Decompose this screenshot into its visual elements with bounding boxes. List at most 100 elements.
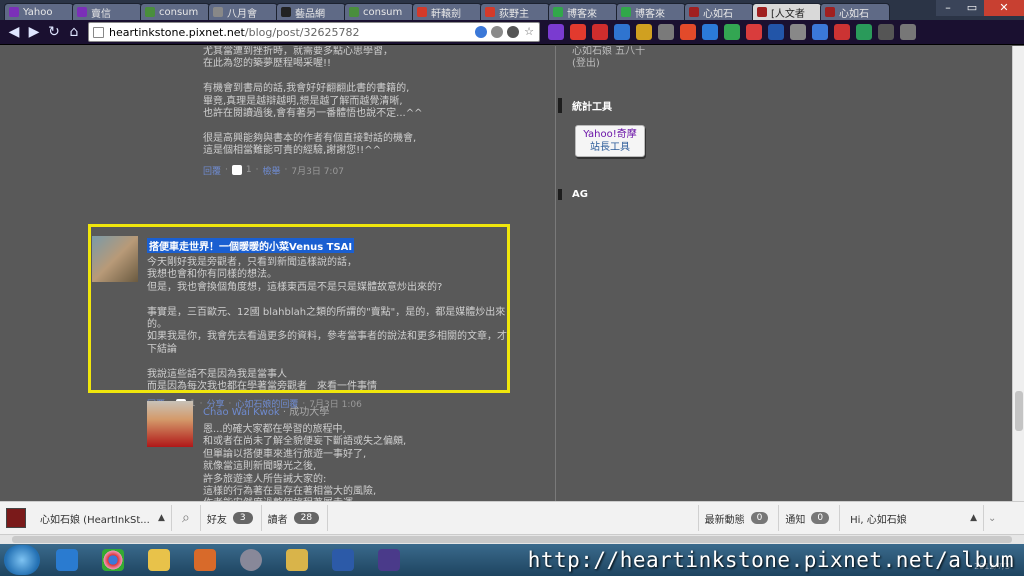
notify-count[interactable]: 0 — [811, 512, 830, 524]
browser-tab[interactable]: 心如石 — [820, 3, 890, 20]
comment-2: 搭便車走世界！一個暖暖的小菜Venus TSAI 今天剛好我是旁觀者，只看到新聞… — [147, 238, 507, 410]
start-button[interactable] — [4, 545, 40, 575]
extension-icon[interactable] — [900, 24, 916, 40]
extension-icon[interactable] — [680, 24, 696, 40]
ag-title: AG — [558, 189, 708, 200]
browser-tab[interactable]: consum — [140, 3, 210, 20]
taskbar-explorer-icon[interactable] — [276, 546, 318, 574]
browser-tab[interactable]: 荻野主 — [480, 3, 550, 20]
comment-2-author[interactable]: 搭便車走世界！一個暖暖的小菜Venus TSAI — [147, 238, 355, 253]
url-text[interactable]: heartinkstone.pixnet.net/blog/post/32625… — [109, 26, 471, 39]
browser-tab[interactable]: consum — [344, 3, 414, 20]
browser-tab[interactable]: [人文者 — [752, 3, 822, 20]
reply-link[interactable]: 回覆 — [203, 164, 221, 177]
vertical-scrollbar[interactable] — [1012, 46, 1024, 501]
browser-tab[interactable]: 軒轅劍 — [412, 3, 482, 20]
extension-icon[interactable] — [614, 24, 630, 40]
extension-icon[interactable] — [856, 24, 872, 40]
extension-icon[interactable] — [592, 24, 608, 40]
page-action-icon[interactable] — [507, 26, 519, 38]
browser-tab[interactable]: 賣信 — [72, 3, 142, 20]
tab-label: 博客來 — [567, 8, 597, 20]
extension-icon[interactable] — [548, 24, 564, 40]
extension-icon[interactable] — [746, 24, 762, 40]
report-link[interactable]: 檢舉 — [263, 164, 281, 177]
tab-favicon-icon — [213, 7, 223, 17]
comment-3-body: 恩...的確大家都在學習的旅程中, 和或者在尚未了解全貌便妄下斷語或失之偏頗, … — [203, 424, 407, 501]
comment-3-author[interactable]: Chao Wai Kwok — [203, 407, 280, 418]
taskbar-clock-icon[interactable] — [230, 546, 272, 574]
taskbar-chrome-icon[interactable] — [92, 546, 134, 574]
friends-label[interactable]: 好友 — [207, 511, 227, 526]
extension-icon[interactable] — [702, 24, 718, 40]
pixnet-bottom-bar: 心如石娘 (HeartInkSt... ▲ ⌕ 好友 3 讀者 28 最新動態 … — [0, 501, 1024, 534]
tab-favicon-icon — [485, 7, 495, 17]
search-icon[interactable]: ⌕ — [172, 505, 200, 531]
browser-tab[interactable]: Yahoo — [4, 3, 74, 20]
address-bar[interactable]: heartinkstone.pixnet.net/blog/post/32625… — [88, 22, 540, 42]
tab-label: 八月會 — [227, 8, 257, 20]
comment-1-body: 尤其當遭到挫折時，就需要多點心思學習， 在此為您的築夢歷程喝采喔!! 有機會到書… — [203, 46, 423, 157]
browser-tab[interactable]: 八月會 — [208, 3, 278, 20]
horizontal-scrollbar[interactable] — [0, 534, 1024, 544]
comment-1-meta: 回覆 · 1 · 檢舉 · 7月3日 7:07 — [203, 164, 344, 177]
taskbar-app-icon[interactable] — [368, 546, 410, 574]
translate-icon[interactable] — [475, 26, 487, 38]
avatar[interactable] — [6, 508, 26, 528]
scrollbar-thumb[interactable] — [12, 536, 1012, 543]
extension-icon[interactable] — [491, 26, 503, 38]
scrollbar-thumb[interactable] — [1015, 391, 1023, 431]
extension-icon[interactable] — [768, 24, 784, 40]
extension-icon[interactable] — [658, 24, 674, 40]
greeting[interactable]: Hi, 心如石娘 — [850, 511, 970, 526]
browser-tab[interactable]: 博客來 — [548, 3, 618, 20]
like-icon[interactable] — [231, 165, 242, 176]
friends-count[interactable]: 3 — [232, 512, 253, 524]
notify-label[interactable]: 通知 — [785, 511, 805, 526]
browser-tab[interactable]: 心如石 — [684, 3, 754, 20]
tab-label: consum — [159, 6, 199, 18]
browser-tab[interactable]: 博客來 — [616, 3, 686, 20]
extension-icon[interactable] — [812, 24, 828, 40]
taskbar-ie-icon[interactable] — [46, 546, 88, 574]
extension-icon[interactable] — [636, 24, 652, 40]
readers-count[interactable]: 28 — [293, 512, 320, 524]
bookmark-star-icon[interactable]: ☆ — [523, 26, 535, 38]
taskbar-word-icon[interactable] — [322, 546, 364, 574]
extension-icon[interactable] — [878, 24, 894, 40]
extension-icon[interactable] — [570, 24, 586, 40]
extension-icon[interactable] — [834, 24, 850, 40]
sidebar-user-info[interactable]: 心如石娘 五八十 (登出) — [572, 46, 645, 70]
tab-label: consum — [363, 6, 403, 18]
tab-label: 心如石 — [703, 8, 733, 20]
collapse-icon[interactable]: ⌄ — [984, 513, 1024, 524]
chevron-up-icon[interactable]: ▲ — [970, 513, 977, 523]
back-icon[interactable]: ◀ — [4, 22, 24, 42]
reload-icon[interactable]: ↻ — [44, 22, 64, 42]
taskbar-folder-icon[interactable] — [138, 546, 180, 574]
close-window-button[interactable]: ✕ — [984, 0, 1024, 16]
maximize-button[interactable]: ▭ — [960, 0, 984, 16]
minimize-button[interactable]: – — [936, 0, 960, 16]
account-name[interactable]: 心如石娘 (HeartInkSt... — [40, 511, 158, 526]
blog-page: 尤其當遭到挫折時，就需要多點心思學習， 在此為您的築夢歷程喝采喔!! 有機會到書… — [0, 46, 1012, 501]
browser-tab[interactable]: 藝品網 — [276, 3, 346, 20]
news-count[interactable]: 0 — [750, 512, 769, 524]
readers-label[interactable]: 讀者 — [268, 511, 288, 526]
extension-icon[interactable] — [790, 24, 806, 40]
yahoo-webmaster-badge[interactable]: Yahoo!奇摩 站長工具 — [575, 125, 645, 157]
tab-favicon-icon — [621, 7, 631, 17]
comment-3-author-school: · 成功大學 — [282, 407, 330, 418]
tab-label: 心如石 — [839, 8, 869, 20]
tab-favicon-icon — [553, 7, 563, 17]
taskbar-media-icon[interactable] — [184, 546, 226, 574]
extension-icon[interactable] — [724, 24, 740, 40]
home-icon[interactable]: ⌂ — [64, 22, 84, 42]
forward-icon[interactable]: ▶ — [24, 22, 44, 42]
chevron-up-icon[interactable]: ▲ — [158, 513, 165, 523]
news-label[interactable]: 最新動態 — [705, 511, 745, 526]
page-icon — [93, 26, 104, 38]
avatar[interactable] — [147, 401, 193, 447]
tab-favicon-icon — [689, 7, 699, 17]
avatar[interactable] — [92, 236, 138, 282]
